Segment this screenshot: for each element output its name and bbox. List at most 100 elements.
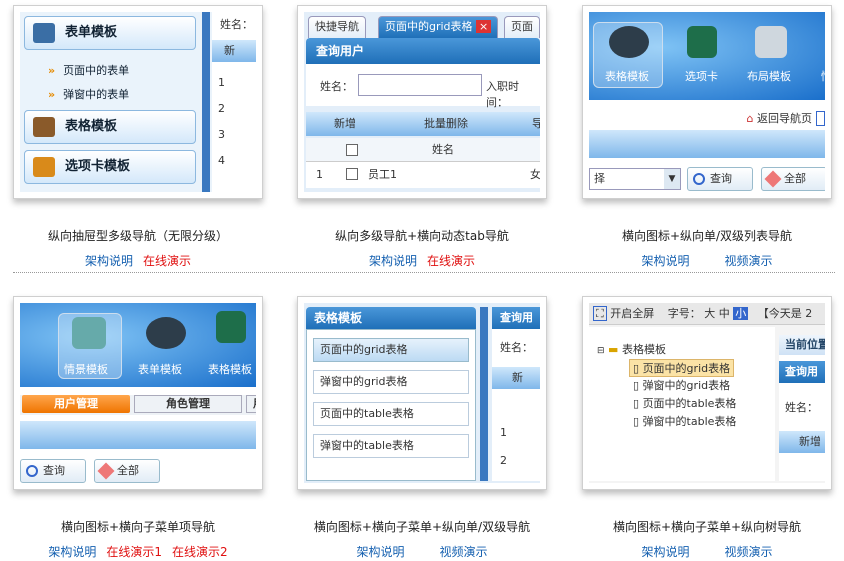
- batch-delete-button: 批量删除: [424, 117, 468, 130]
- file-icon: ▯: [633, 362, 640, 375]
- link-demo-2[interactable]: 在线演示2: [172, 545, 228, 559]
- tree-item-active: ▯ 页面中的grid表格: [629, 359, 735, 377]
- add-button: 新: [492, 367, 540, 389]
- list-item: 弹窗中的grid表格: [313, 370, 469, 394]
- thumbnail[interactable]: 情景模板 表单模板 表格模板 用户管理 角色管理 用 查询 全部: [13, 296, 263, 490]
- thumbnail[interactable]: 快捷导航 页面中的grid表格 × 页面中 查询用户 姓名： 入职时间： 新增 …: [297, 5, 547, 199]
- card-tree-nav: ⛶ 开启全屏 字号： 大 中 小 【今天是 2 ⊟ ▬ 表格模板 ▯ 页面中的g…: [582, 296, 832, 559]
- link-demo[interactable]: 在线演示: [143, 254, 191, 268]
- link-architecture[interactable]: 架构说明: [641, 254, 689, 268]
- submenu-role-management: 角色管理: [134, 395, 242, 413]
- cell-name: 员工1: [368, 168, 397, 181]
- eraser-icon: [764, 170, 782, 188]
- add-button: 新: [224, 44, 235, 57]
- folder-icon: ▬: [608, 343, 619, 356]
- card-title: 横向图标+纵向单/双级列表导航: [621, 229, 793, 243]
- card-title: 横向图标+横向子菜单+纵向单/双级导航: [313, 520, 531, 534]
- card-title: 横向图标+横向子菜单+纵向树导航: [612, 520, 802, 534]
- list-item: 页面中的table表格: [313, 402, 469, 426]
- export-button: 导: [532, 112, 540, 136]
- splitter: [480, 307, 488, 481]
- link-demo-1[interactable]: 在线演示1: [106, 545, 162, 559]
- layout-icon: [755, 26, 787, 58]
- link-architecture[interactable]: 架构说明: [641, 545, 689, 559]
- icon-label: 布局模板: [747, 70, 791, 83]
- column-header: 姓名: [432, 143, 454, 156]
- tree-item: ▯ 弹窗中的table表格: [633, 415, 737, 428]
- eraser-icon: [97, 462, 115, 480]
- divider: [13, 272, 835, 273]
- sub-item: 弹窗中的表单: [48, 86, 129, 102]
- icon-banner: 表格模板 选项卡 布局模板 情: [589, 12, 825, 100]
- breadcrumb: 当前位置: [779, 335, 825, 355]
- row-number: 1: [316, 168, 323, 181]
- cell-gender: 女: [530, 168, 540, 181]
- thumbnail[interactable]: 表单模板 页面中的表单 弹窗中的表单 表格模板 选项卡模板 姓名： 新 1234: [13, 5, 263, 199]
- link-architecture[interactable]: 架构说明: [85, 254, 133, 268]
- menu-table-template: 表格模板: [24, 110, 196, 144]
- panel-title: 表格模板: [306, 307, 476, 329]
- add-button: 新增: [779, 431, 825, 453]
- card-icon-list-nav: 表格模板 选项卡 布局模板 情 ⌂ 返回导航页 择▼ 查询 全部 横向图标+纵向…: [582, 5, 832, 268]
- thumbnail[interactable]: ⛶ 开启全屏 字号： 大 中 小 【今天是 2 ⊟ ▬ 表格模板 ▯ 页面中的g…: [582, 296, 832, 490]
- user-icon: [33, 23, 55, 43]
- link-architecture[interactable]: 架构说明: [48, 545, 96, 559]
- icon-label: 情: [821, 68, 825, 84]
- row-numbers: 1234: [218, 76, 225, 167]
- menu-tab-template: 选项卡模板: [24, 150, 196, 184]
- sub-item: 页面中的表单: [48, 62, 129, 78]
- tabs-icon: [33, 157, 55, 177]
- name-label: 姓名：: [220, 18, 253, 31]
- query-button: 查询: [687, 167, 753, 191]
- card-links: 架构说明 在线演示1 在线演示2: [0, 543, 278, 560]
- link-video[interactable]: 视频演示: [725, 254, 773, 268]
- name-input[interactable]: [358, 74, 482, 96]
- card-accordion-nav: 表单模板 页面中的表单 弹窗中的表单 表格模板 选项卡模板 姓名： 新 1234…: [13, 5, 263, 268]
- name-label: 姓名：: [500, 341, 533, 354]
- link-video[interactable]: 视频演示: [725, 545, 773, 559]
- thumbnail[interactable]: 表格模板 页面中的grid表格 弹窗中的grid表格 页面中的table表格 弹…: [297, 296, 547, 490]
- card-links: 架构说明 视频演示: [567, 252, 844, 269]
- icon-label: 选项卡: [685, 70, 718, 83]
- card-links: 架构说明 在线演示: [282, 252, 562, 269]
- card-links: 架构说明 视频演示: [567, 543, 844, 560]
- top-bar: ⛶ 开启全屏 字号： 大 中 小 【今天是 2: [589, 303, 825, 325]
- icon-label: 情景模板: [64, 363, 108, 376]
- all-button: 全部: [761, 167, 825, 191]
- submenu: 用: [246, 395, 256, 413]
- card-title: 纵向抽屉型多级导航（无限分级）: [47, 229, 228, 243]
- briefcase-icon: [33, 117, 55, 137]
- card-icon-submenu-nav: 情景模板 表单模板 表格模板 用户管理 角色管理 用 查询 全部 横向图标+横向…: [13, 296, 263, 559]
- checkbox[interactable]: [346, 144, 358, 156]
- link-architecture[interactable]: 架构说明: [369, 254, 417, 268]
- tree-item: ▯ 弹窗中的grid表格: [633, 379, 731, 392]
- query-button: 查询: [20, 459, 86, 483]
- server-icon: [216, 311, 246, 343]
- icon-label: 表格模板: [208, 363, 252, 376]
- disk-icon: [146, 317, 186, 349]
- toolbar: 新增 批量删除 导: [306, 112, 540, 136]
- thumbnail[interactable]: 表格模板 选项卡 布局模板 情 ⌂ 返回导航页 择▼ 查询 全部: [582, 5, 832, 199]
- card-links: 架构说明 视频演示: [282, 543, 562, 560]
- panel-title: 查询用户: [306, 38, 540, 64]
- add-button: 新增: [334, 117, 356, 130]
- checkbox[interactable]: [346, 168, 358, 180]
- link-architecture[interactable]: 架构说明: [356, 545, 404, 559]
- submenu-user-management: 用户管理: [22, 395, 130, 413]
- back-link: ⌂ 返回导航页: [747, 110, 825, 126]
- icon-label: 表单模板: [138, 363, 182, 376]
- panel-title: 查询用: [779, 361, 825, 383]
- link-demo[interactable]: 在线演示: [427, 254, 475, 268]
- chevron-down-icon: ▼: [664, 169, 680, 189]
- link-video[interactable]: 视频演示: [440, 545, 488, 559]
- server-icon: [687, 26, 717, 58]
- select-box[interactable]: 择 ▼: [589, 168, 681, 190]
- row-numbers: 12: [500, 426, 507, 467]
- disk-icon: [609, 26, 649, 58]
- card-title: 纵向多级导航+横向动态tab导航: [335, 229, 509, 243]
- fullscreen-label: 开启全屏: [610, 307, 655, 320]
- today-label: 【今天是 2: [757, 307, 813, 320]
- icon-banner: 情景模板 表单模板 表格模板: [20, 303, 256, 387]
- tab: 快捷导航: [308, 16, 366, 38]
- nav-bar: [20, 421, 256, 449]
